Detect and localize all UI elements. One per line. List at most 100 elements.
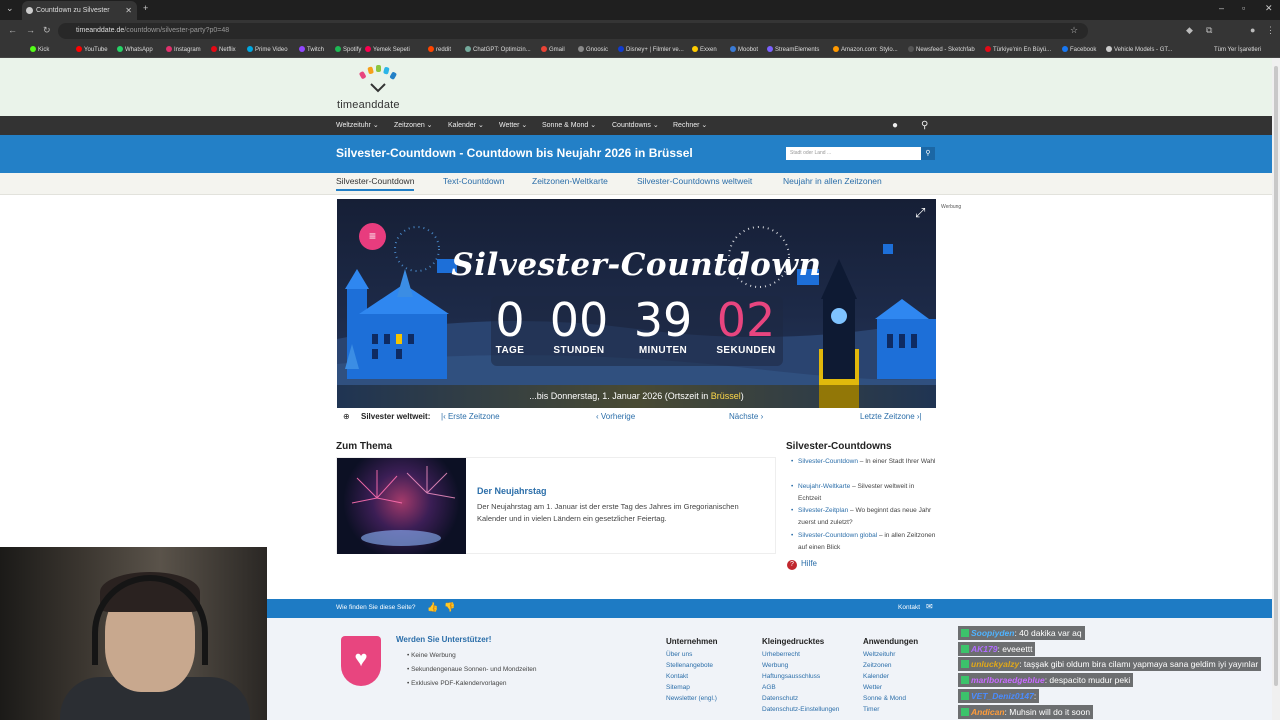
footer-link[interactable]: Über uns <box>666 649 718 660</box>
profile-icon[interactable]: ● <box>1250 25 1255 35</box>
bookmark-label: Disney+ | Filmler ve... <box>626 47 684 53</box>
bookmark-item[interactable]: WhatsApp <box>117 42 153 58</box>
help-link[interactable]: ? Hilfe <box>787 559 817 570</box>
footer-link[interactable]: Werbung <box>762 660 839 671</box>
nav-kalender[interactable]: Kalender ⌄ <box>448 116 484 135</box>
bookmark-item[interactable]: ChatGPT: Optimizin... <box>465 42 531 58</box>
thumbs-down-icon[interactable]: 👎 <box>444 602 455 613</box>
until-city[interactable]: Brüssel <box>711 391 741 401</box>
bookmark-item[interactable]: Kick <box>30 42 49 58</box>
fullscreen-icon[interactable]: ⤢ <box>915 205 925 221</box>
search-button[interactable]: ⚲ <box>921 147 935 160</box>
new-tab-icon[interactable]: + <box>143 3 148 13</box>
nav-wetter[interactable]: Wetter ⌄ <box>499 116 527 135</box>
tab-close-icon[interactable]: ✕ <box>125 1 132 20</box>
subnav-zeitzonen-weltkarte[interactable]: Zeitzonen-Weltkarte <box>532 176 608 186</box>
footer-link[interactable]: Kalender <box>863 671 918 682</box>
footer-link[interactable]: Stellenangebote <box>666 660 718 671</box>
footer-link[interactable]: Kontakt <box>666 671 718 682</box>
bookmark-item[interactable]: Gmail <box>541 42 565 58</box>
bookmark-item[interactable]: Facebook <box>1062 42 1096 58</box>
support-item: • Exklusive PDF-Kalendervorlagen <box>407 680 507 687</box>
bookmark-item[interactable]: YouTube <box>76 42 108 58</box>
account-icon[interactable]: ● <box>892 116 898 135</box>
subnav-silvester-countdown[interactable]: Silvester-Countdown <box>336 176 415 191</box>
search-icon[interactable]: ⚲ <box>921 116 928 135</box>
bookmark-star-icon[interactable]: ☆ <box>1070 25 1078 36</box>
bookmark-item[interactable]: Moobot <box>730 42 758 58</box>
nav-zeitzonen[interactable]: Zeitzonen ⌄ <box>394 116 433 135</box>
reload-icon[interactable]: ↻ <box>43 25 51 36</box>
bookmark-label: Netflix <box>219 47 236 53</box>
scrollbar-thumb[interactable] <box>1274 66 1278 686</box>
bookmark-item[interactable]: Spotify <box>335 42 361 58</box>
bookmark-label: YouTube <box>84 47 108 53</box>
nav-sonne-mond[interactable]: Sonne & Mond ⌄ <box>542 116 596 135</box>
stream-chat-overlay: Soopiyden: 40 dakika var aq AK179: eveeet… <box>958 626 1272 720</box>
forward-icon[interactable]: → <box>26 25 35 35</box>
countdown-link[interactable]: Silvester-Countdown <box>798 458 858 465</box>
bookmark-item[interactable]: Prime Video <box>247 42 288 58</box>
bookmark-item[interactable]: Instagram <box>166 42 201 58</box>
bookmark-item[interactable]: Gnoosic <box>578 42 608 58</box>
nav-countdowns[interactable]: Countdowns ⌄ <box>612 116 659 135</box>
last-timezone-link[interactable]: Letzte Zeitzone ›| <box>860 412 922 421</box>
footer-link[interactable]: Wetter <box>863 682 918 693</box>
support-title[interactable]: Werden Sie Unterstützer! <box>396 635 491 644</box>
back-icon[interactable]: ← <box>8 25 17 35</box>
browser-tab[interactable]: Countdown zu Silvester ✕ <box>22 1 137 20</box>
bookmark-item[interactable]: Türkiye'nin En Büyü... <box>985 42 1051 58</box>
chat-badge-icon <box>961 660 969 669</box>
subnav-countdowns-weltweit[interactable]: Silvester-Countdowns weltweit <box>637 176 752 186</box>
menu-icon[interactable]: ≡ <box>359 223 386 250</box>
neujahrstag-card[interactable]: Der Neujahrstag Der Neujahrstag am 1. Ja… <box>336 457 776 554</box>
bookmark-item[interactable]: StreamElements <box>767 42 819 58</box>
maximize-icon[interactable]: ▫ <box>1242 3 1245 13</box>
search-input[interactable]: Stadt oder Land ... <box>786 147 921 160</box>
url-input[interactable]: timeanddate.de/countdown/silvester-party… <box>58 23 1088 39</box>
page-scrollbar[interactable] <box>1272 58 1280 720</box>
bookmark-item[interactable]: Netflix <box>211 42 236 58</box>
extension-icon[interactable]: ◆ <box>1186 25 1193 36</box>
bookmark-item[interactable]: Amazon.com: Stylo... <box>833 42 898 58</box>
card-title[interactable]: Der Neujahrstag <box>477 486 547 496</box>
prev-link[interactable]: ‹ Vorherige <box>596 412 635 421</box>
footer-link[interactable]: Sitemap <box>666 682 718 693</box>
footer-link[interactable]: Urheberrecht <box>762 649 839 660</box>
global-link[interactable]: Silvester-Countdown global <box>798 532 877 539</box>
window-close-icon[interactable]: ✕ <box>1265 3 1273 14</box>
bookmark-item[interactable]: Twitch <box>299 42 324 58</box>
nav-weltzeituhr[interactable]: Weltzeituhr ⌄ <box>336 116 379 135</box>
tab-search-icon[interactable]: ⌄ <box>6 3 14 14</box>
menu-dots-icon[interactable]: ⋮ <box>1266 25 1275 36</box>
first-timezone-link[interactable]: |‹ Erste Zeitzone <box>441 412 500 421</box>
footer-link[interactable]: Haftungsausschluss <box>762 671 839 682</box>
chat-message: Andican: Muhsin will do it soon <box>958 704 1094 719</box>
bookmark-item[interactable]: Newsfeed - Sketchfab <box>908 42 975 58</box>
logo-text[interactable]: timeanddate <box>337 99 400 111</box>
bookmark-item[interactable]: Exxen <box>692 42 717 58</box>
footer-link[interactable]: Newsletter (engl.) <box>666 693 718 704</box>
footer-link[interactable]: Datenschutz-Einstellungen <box>762 704 839 715</box>
subnav-neujahr-zeitzonen[interactable]: Neujahr in allen Zeitzonen <box>783 176 882 186</box>
footer-link[interactable]: Zeitzonen <box>863 660 918 671</box>
bookmark-item[interactable]: Yemek Sepeti <box>365 42 410 58</box>
zeitplan-link[interactable]: Silvester-Zeitplan <box>798 507 848 514</box>
contact-link[interactable]: Kontakt <box>898 604 920 611</box>
bookmark-item[interactable]: Disney+ | Filmler ve... <box>618 42 684 58</box>
footer-link[interactable]: Sonne & Mond <box>863 693 918 704</box>
nav-rechner[interactable]: Rechner ⌄ <box>673 116 707 135</box>
next-link[interactable]: Nächste › <box>729 412 763 421</box>
weltkarte-link[interactable]: Neujahr-Weltkarte <box>798 483 850 490</box>
thumbs-up-icon[interactable]: 👍 <box>427 602 438 613</box>
footer-link[interactable]: Timer <box>863 704 918 715</box>
minimize-icon[interactable]: – <box>1219 3 1224 13</box>
subnav-text-countdown[interactable]: Text-Countdown <box>443 176 504 186</box>
bookmark-item[interactable]: Vehicle Models - GT... <box>1106 42 1172 58</box>
extensions-puzzle-icon[interactable]: ⧉ <box>1206 25 1212 36</box>
bookmark-item[interactable]: reddit <box>428 42 451 58</box>
footer-link[interactable]: Weltzeituhr <box>863 649 918 660</box>
footer-link[interactable]: Datenschutz <box>762 693 839 704</box>
footer-link[interactable]: AGB <box>762 682 839 693</box>
all-bookmarks-folder[interactable]: Tüm Yer İşaretleri <box>1214 42 1261 58</box>
